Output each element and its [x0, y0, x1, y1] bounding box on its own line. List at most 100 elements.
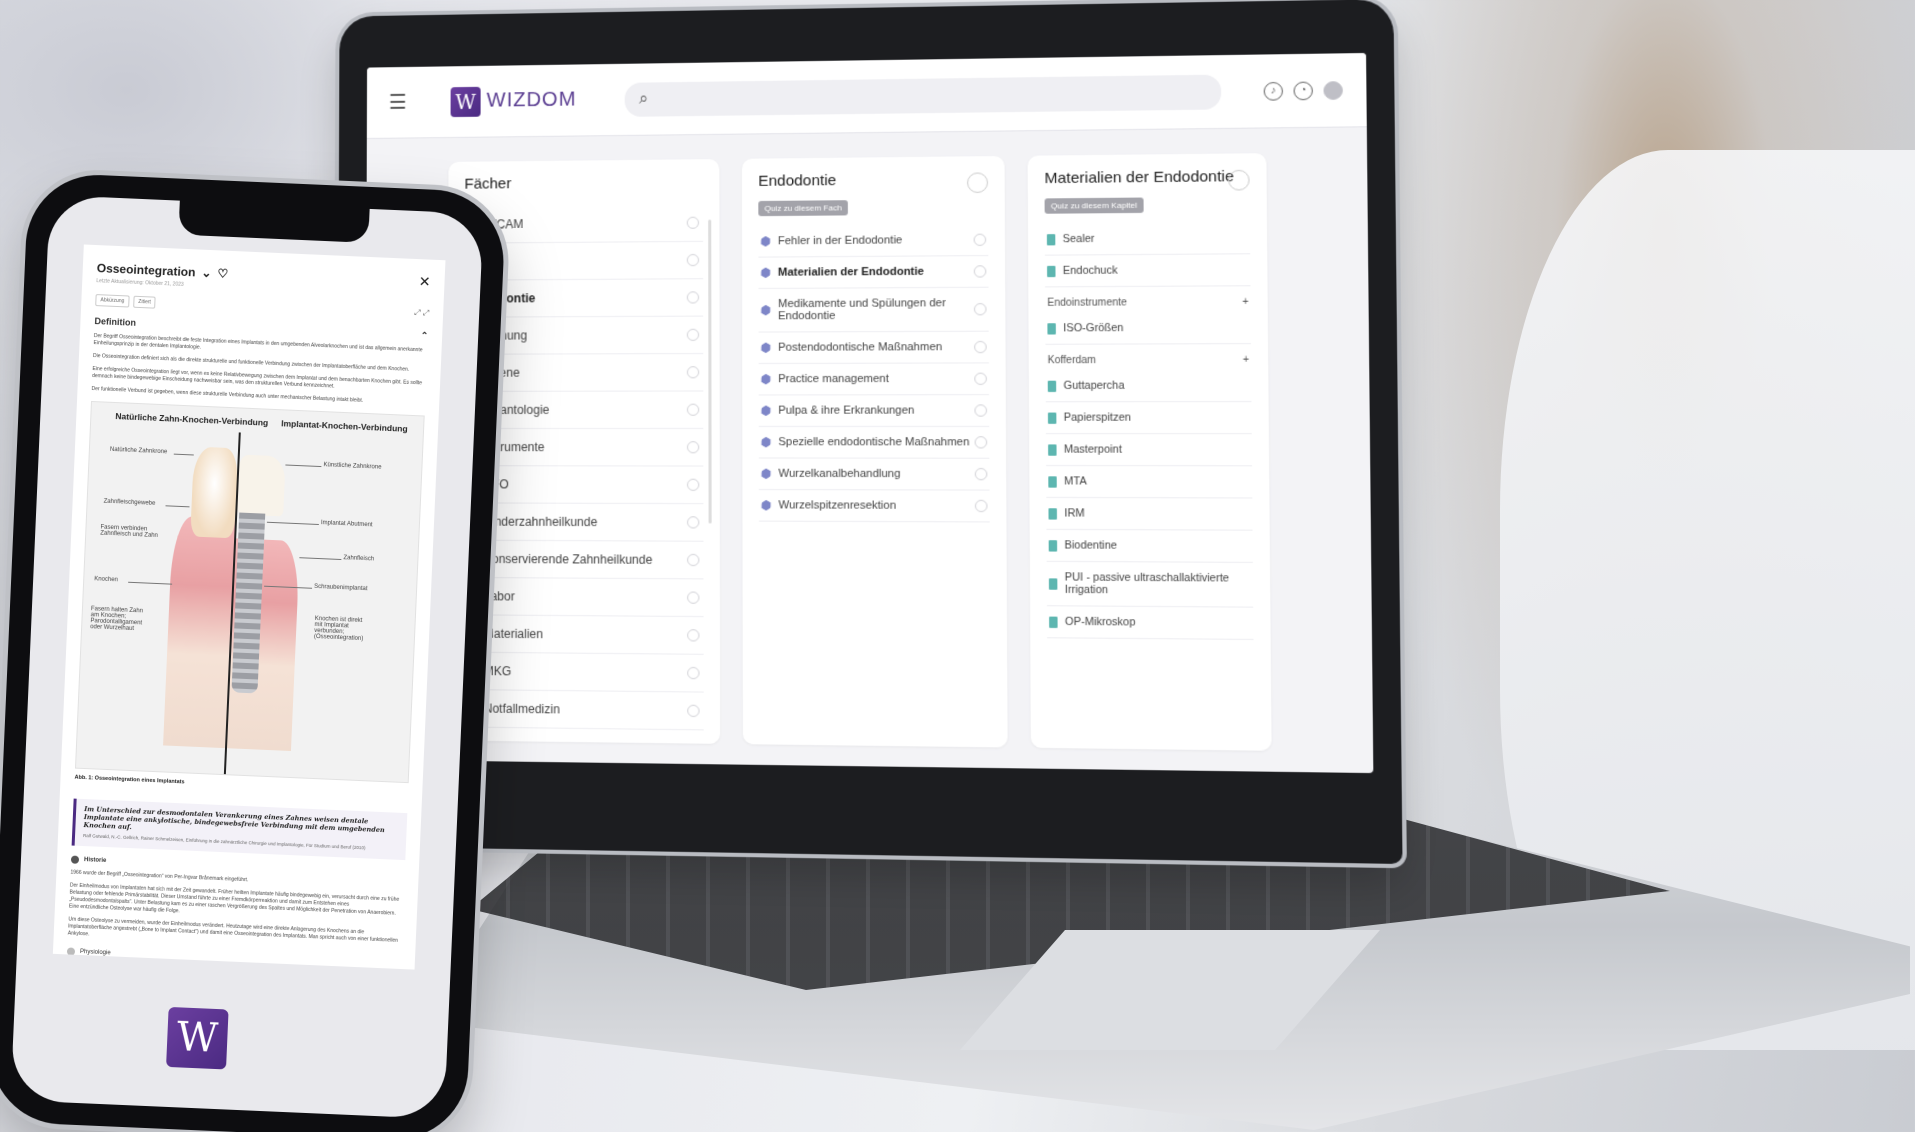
chapter-item[interactable]: Wurzelspitzenresektion	[759, 490, 990, 522]
menu-icon[interactable]: ☰	[389, 90, 411, 115]
endodontie-title: Endodontie	[758, 170, 988, 190]
progress-ring-icon	[975, 468, 988, 480]
chapter-item[interactable]: Fehler in der Endodontie	[758, 224, 988, 257]
document-icon	[1047, 323, 1055, 334]
leader-line	[299, 557, 341, 560]
faecher-item[interactable]: Kinderzahnheilkunde	[464, 503, 704, 541]
close-icon[interactable]: ✕	[418, 273, 430, 290]
chevron-down-icon[interactable]: ⌄	[201, 265, 212, 279]
progress-ring-icon	[974, 404, 987, 416]
faecher-item[interactable]: Labor	[464, 578, 704, 617]
progress-ring-icon	[687, 479, 699, 491]
article-item[interactable]: Sealer	[1045, 222, 1250, 255]
chapter-item[interactable]: Pulpa & ihre Erkrankungen	[759, 395, 990, 427]
phone-device: Osseointegration ⌄ ♡ ✕ Letzte Aktualisie…	[0, 172, 506, 1132]
faecher-item[interactable]: D/CAM	[464, 205, 703, 244]
chapter-icon	[759, 303, 773, 317]
heart-icon[interactable]: ♡	[217, 266, 228, 280]
chapter-icon	[759, 435, 773, 449]
quiz-chapter-button[interactable]: Quiz zu diesem Kapitel	[1045, 198, 1144, 214]
chapter-icon	[759, 234, 773, 248]
progress-ring-icon	[687, 554, 699, 566]
chapter-item[interactable]: Medikamente und Spülungen der Endodontie	[758, 288, 988, 333]
chapter-icon	[759, 372, 773, 386]
chapter-item-active[interactable]: Materialien der Endodontie	[758, 256, 988, 289]
chapter-item[interactable]: Postendodontische Maßnahmen	[759, 332, 989, 364]
document-icon	[1049, 578, 1058, 589]
faecher-title: Fächer	[464, 173, 703, 192]
chapter-item[interactable]: Wurzelkanalbehandlung	[759, 458, 990, 490]
diagram-label: Fasern verbinden Zahnfleisch und Zahn	[100, 524, 170, 539]
document-icon	[1047, 265, 1055, 276]
search-input[interactable]: ⌕	[625, 74, 1221, 116]
quiz-subject-button[interactable]: Quiz zu diesem Fach	[758, 200, 848, 216]
article-item[interactable]: Papierspitzen	[1046, 402, 1252, 434]
laptop-lid: ☰ W WIZDOM ⌕ ♪ ◔ Fächer D/CAM D	[336, 0, 1402, 864]
faecher-item[interactable]: Konservierende Zahnheilkunde	[464, 541, 704, 580]
laptop-screen: ☰ W WIZDOM ⌕ ♪ ◔ Fächer D/CAM D	[365, 53, 1374, 773]
avatar[interactable]	[1323, 81, 1342, 100]
chapter-item[interactable]: Spezielle endodontische Maßnahmen	[759, 427, 990, 459]
document-icon	[1048, 476, 1056, 487]
progress-ring-icon	[975, 500, 988, 512]
article-card: Osseointegration ⌄ ♡ ✕ Letzte Aktualisie…	[53, 244, 446, 969]
chapter-item[interactable]: Practice management	[759, 363, 989, 395]
osseointegration-diagram[interactable]: Natürliche Zahn-Knochen-Verbindung Impla…	[75, 401, 425, 783]
leader-line	[165, 505, 189, 507]
section-endoinstrumente[interactable]: Endoinstrumente +	[1045, 286, 1251, 313]
document-icon	[1049, 616, 1058, 627]
phone-screen: Osseointegration ⌄ ♡ ✕ Letzte Aktualisie…	[10, 195, 483, 1119]
article-item[interactable]: PUI - passive ultraschallaktivierte Irri…	[1047, 562, 1254, 608]
document-icon	[1047, 234, 1055, 245]
diagram-label: Implantat Abutment	[321, 520, 373, 528]
faecher-item[interactable]: MKG	[463, 653, 703, 693]
article-item[interactable]: OP-Mikroskop	[1047, 606, 1254, 640]
expand-icon[interactable]: +	[1243, 354, 1249, 365]
section-physiologie[interactable]: Physiologie	[67, 947, 401, 969]
faecher-item[interactable]: ygiene	[464, 354, 703, 392]
progress-ring-icon	[687, 404, 699, 416]
progress-ring-icon	[975, 436, 988, 448]
article-item[interactable]: ISO-Größen	[1045, 312, 1251, 345]
materialien-panel: Materialien der Endodontie Quiz zu diese…	[1028, 153, 1272, 751]
faecher-item[interactable]: KFO	[464, 466, 704, 504]
artificial-crown-illustration	[237, 454, 286, 516]
article-item[interactable]: MTA	[1046, 466, 1252, 498]
faecher-item[interactable]: nstrumente	[464, 429, 704, 467]
quote-block: Im Unterschied zur desmodontalen Veranke…	[72, 799, 408, 861]
chevron-up-icon[interactable]: ⌃	[420, 330, 428, 341]
diagram-label: Zahnfleisch	[343, 555, 374, 562]
expand-icon[interactable]: ⤢ ⤢	[414, 308, 430, 321]
quote-text: Im Unterschied zur desmodontalen Veranke…	[83, 805, 384, 834]
app-logo[interactable]: W WIZDOM	[451, 85, 577, 117]
chapter-icon	[759, 498, 773, 512]
content-columns: Fächer D/CAM D dodontie rschung ygiene n…	[447, 153, 1306, 751]
chip-abkuerzung[interactable]: Abkürzung	[95, 294, 129, 307]
article-title: Osseointegration	[97, 261, 196, 279]
progress-ring-icon	[974, 234, 987, 246]
expand-icon[interactable]: +	[1242, 297, 1248, 308]
chapter-icon	[759, 404, 773, 418]
faecher-item[interactable]: Notfallmedizin	[463, 690, 703, 730]
leader-line	[285, 464, 321, 467]
app-logo-icon[interactable]: W	[166, 1007, 229, 1070]
progress-ring-icon	[687, 667, 699, 679]
faecher-scrollbar[interactable]	[708, 220, 711, 524]
progress-ring-icon	[974, 265, 987, 277]
quote-source: Ralf Gutwald, N.-C. Gellrich, Rainer Sch…	[83, 832, 398, 854]
leader-line	[267, 522, 319, 525]
article-item[interactable]: Guttapercha	[1046, 370, 1252, 402]
article-item[interactable]: Endochuck	[1045, 254, 1251, 287]
faecher-item[interactable]: Materialien	[464, 615, 704, 655]
article-chips: Abkürzung Zitiert ⤢ ⤢	[95, 294, 429, 321]
faecher-item[interactable]: nplantologie	[464, 391, 703, 429]
chip-zitiert[interactable]: Zitiert	[133, 296, 156, 309]
bell-icon[interactable]: ♪	[1264, 81, 1283, 100]
chapter-icon	[759, 467, 773, 481]
section-kofferdam[interactable]: Kofferdam +	[1045, 344, 1251, 370]
article-item[interactable]: Biodentine	[1046, 530, 1252, 563]
user-icon[interactable]: ◔	[1294, 81, 1313, 100]
article-item[interactable]: IRM	[1046, 498, 1252, 531]
article-item[interactable]: Masterpoint	[1046, 434, 1252, 466]
diagram-label: Zahnfleischgewebe	[104, 499, 156, 507]
